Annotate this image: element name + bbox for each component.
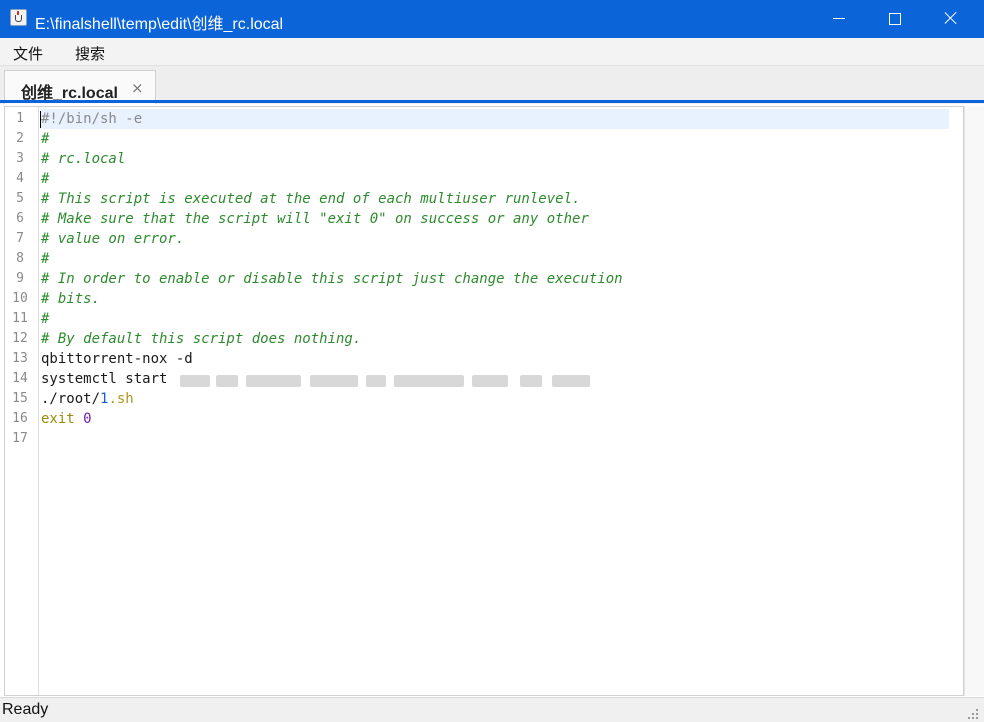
maximize-icon: [889, 13, 901, 25]
code-line: #!/bin/sh -e: [41, 111, 143, 127]
line-number: 14: [12, 371, 28, 386]
code-line: qbittorrent-nox -d: [41, 351, 193, 367]
window-title: E:\finalshell\temp\edit\创维_rc.local: [35, 16, 284, 33]
code-token: ./root/: [41, 391, 101, 407]
close-button[interactable]: [923, 0, 979, 38]
close-icon: [944, 11, 958, 25]
line-number-gutter: 1 2 3 4 5 6 7 8 9 10 11 12 13 14 15 16 17: [5, 107, 39, 695]
line-number: 4: [16, 171, 24, 186]
tab-rc-local[interactable]: 创维_rc.local ×: [4, 70, 156, 104]
minimize-icon: [833, 18, 845, 19]
line-number: 6: [16, 211, 24, 226]
tab-strip: 创维_rc.local ×: [0, 66, 984, 104]
line-number: 8: [16, 251, 24, 266]
tab-close-icon[interactable]: ×: [131, 79, 144, 97]
minimize-button[interactable]: [811, 0, 867, 38]
maximize-button[interactable]: [867, 0, 923, 38]
code-line: # rc.local: [41, 151, 126, 167]
tab-accent-bar: [0, 100, 984, 103]
line-number: 1: [16, 111, 24, 126]
code-line: # value on error.: [41, 231, 185, 247]
code-token: exit: [41, 411, 75, 427]
line-number: 9: [16, 271, 24, 286]
current-line-highlight: [40, 109, 949, 129]
code-line: #: [41, 131, 50, 147]
line-number: 13: [12, 351, 28, 366]
status-bar: Ready: [0, 697, 984, 722]
line-number: 10: [12, 291, 28, 306]
line-number: 12: [12, 331, 28, 346]
line-number: 17: [12, 431, 28, 446]
code-line: # In order to enable or disable this scr…: [41, 271, 623, 287]
line-number: 3: [16, 151, 24, 166]
code-line: # This script is executed at the end of …: [41, 191, 581, 207]
line-number: 5: [16, 191, 24, 206]
code-line: #: [41, 251, 50, 267]
menu-file[interactable]: 文件: [13, 43, 43, 64]
code-line: exit 0: [41, 409, 92, 429]
code-line: #: [41, 171, 50, 187]
code-text-area[interactable]: #!/bin/sh -e # # rc.local # # This script is…: [40, 107, 963, 695]
line-number: 7: [16, 231, 24, 246]
line-number: 11: [12, 311, 28, 326]
resize-grip-icon[interactable]: [966, 707, 980, 721]
java-cup-icon[interactable]: [10, 9, 27, 26]
redacted-region: [180, 371, 590, 389]
code-line: # By default this script does nothing.: [41, 331, 362, 347]
code-line: # Make sure that the script will "exit 0…: [41, 211, 589, 227]
code-line: # bits.: [41, 291, 101, 307]
menu-search[interactable]: 搜索: [75, 43, 105, 64]
code-line: systemctl start: [41, 371, 168, 387]
code-token: 0: [83, 411, 92, 427]
line-number: 2: [16, 131, 24, 146]
title-bar[interactable]: E:\finalshell\temp\edit\创维_rc.local: [0, 0, 984, 38]
code-line: ./root/1.sh: [41, 389, 134, 409]
status-text: Ready: [2, 701, 49, 718]
menu-bar: 文件 搜索: [0, 38, 984, 66]
vertical-scroll-area[interactable]: [964, 106, 984, 696]
code-editor[interactable]: 1 2 3 4 5 6 7 8 9 10 11 12 13 14 15 16 17 #!/bin/sh -e # #…: [4, 106, 964, 696]
line-number: 16: [12, 411, 28, 426]
code-token: .sh: [108, 391, 134, 407]
line-number: 15: [12, 391, 28, 406]
code-line: #: [41, 311, 50, 327]
